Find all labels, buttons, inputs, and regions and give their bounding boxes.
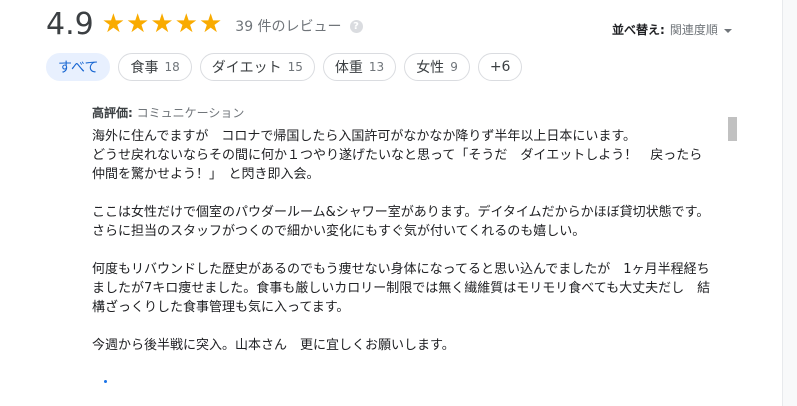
- filter-chip-food[interactable]: 食事 18: [118, 53, 192, 81]
- filter-chip-weight[interactable]: 体重 13: [322, 53, 397, 81]
- review-paragraph: 今週から後半戦に突入。山本さん 更に宜しくお願いします。: [92, 338, 455, 353]
- filter-chip-more[interactable]: +6: [477, 53, 523, 81]
- chip-label: 女性: [416, 60, 445, 76]
- filter-chip-women[interactable]: 女性 9: [404, 53, 470, 81]
- review-paragraph: 海外に住んでますが コロナで帰国したら入国許可がなかなか降りず半年以上日本にいま…: [92, 129, 703, 182]
- chip-count: 9: [450, 60, 458, 74]
- caret-down-icon: [723, 28, 732, 33]
- review-paragraph: ここは女性だけで個室のパウダールーム&シャワー室があります。デイタイムだからかほ…: [92, 205, 710, 239]
- chip-count: 18: [164, 60, 180, 74]
- scrollbar-thumb[interactable]: [728, 117, 737, 141]
- star-icon: ★: [101, 9, 126, 39]
- sort-label: 並べ替え:: [612, 23, 665, 37]
- chip-label: +6: [489, 59, 511, 75]
- sort-dropdown[interactable]: 並べ替え: 関連度順: [612, 21, 732, 38]
- star-icon: ★: [198, 9, 223, 39]
- star-rating: ★ ★ ★ ★ ★: [102, 11, 224, 37]
- filter-chip-all[interactable]: すべて: [46, 53, 111, 81]
- chip-count: 15: [287, 60, 303, 74]
- review-paragraph: 何度もリバウンドした歴史があるのでもう痩せない身体になってると思い込んでましたが…: [92, 262, 711, 315]
- highlight-label: 高評価:: [92, 106, 133, 120]
- chip-label: ダイエット: [211, 60, 282, 76]
- chip-count: 13: [368, 60, 385, 74]
- filter-chip-diet[interactable]: ダイエット 15: [199, 53, 315, 81]
- average-rating: 4.9: [46, 6, 94, 42]
- star-icon: ★: [174, 9, 198, 39]
- help-icon[interactable]: ?: [349, 19, 363, 33]
- chip-label: すべて: [58, 60, 99, 76]
- review-count: 39 件のレビュー: [235, 19, 342, 35]
- chip-label: 食事: [130, 60, 159, 76]
- review-highlight: 高評価: コミュニケーション: [92, 104, 712, 123]
- star-icon: ★: [150, 9, 174, 39]
- filter-chips: すべて 食事 18 ダイエット 15 体重 13 女性 9 +6: [46, 53, 530, 81]
- chip-label: 体重: [334, 60, 363, 76]
- sort-value: 関連度順: [669, 23, 718, 37]
- highlight-aspect: コミュニケーション: [136, 106, 245, 120]
- rating-summary: 4.9 ★ ★ ★ ★ ★ 39 件のレビュー ?: [46, 6, 363, 42]
- dot-marker: [104, 380, 107, 383]
- side-panel-edge: [783, 0, 797, 406]
- review-body: 高評価: コミュニケーション 海外に住んでますが コロナで帰国したら入国許可がな…: [92, 104, 712, 374]
- star-icon: ★: [126, 9, 150, 39]
